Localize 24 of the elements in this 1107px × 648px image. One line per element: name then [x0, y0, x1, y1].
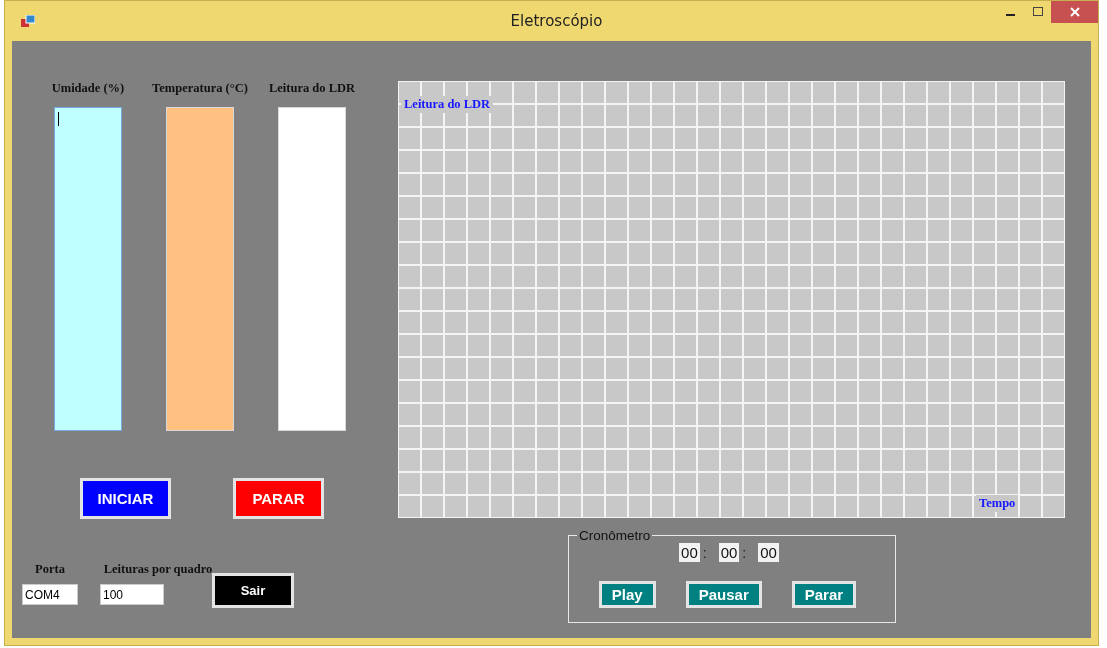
- time-separator: :: [702, 544, 707, 561]
- x-axis-label: Tempo: [976, 495, 1019, 512]
- close-icon[interactable]: [1051, 1, 1098, 23]
- port-field[interactable]: COM4: [22, 584, 78, 605]
- gauge-label: Umidade (%): [51, 81, 125, 97]
- app-icon: [21, 15, 35, 27]
- time-field[interactable]: 00: [679, 543, 700, 562]
- action-button[interactable]: INICIAR: [80, 478, 171, 519]
- readings-field[interactable]: 100: [100, 584, 164, 605]
- exit-button[interactable]: Sair: [212, 573, 294, 608]
- port-label: Porta: [35, 562, 65, 577]
- stopwatch-button[interactable]: Pausar: [685, 581, 762, 608]
- time-field[interactable]: 00: [718, 543, 740, 562]
- window-title: Eletroscópio: [510, 12, 604, 30]
- gauge-label: Temperatura (°C): [152, 81, 248, 97]
- stopwatch-button[interactable]: Play: [598, 581, 656, 608]
- action-button[interactable]: PARAR: [233, 478, 324, 519]
- y-axis-label: Leitura do LDR: [401, 96, 494, 113]
- time-field[interactable]: 00: [758, 543, 779, 562]
- stopwatch-button[interactable]: Parar: [791, 581, 857, 608]
- time-separator: :: [742, 544, 747, 561]
- stopwatch-title: Cronômetro: [578, 528, 652, 543]
- gauge-label: Leitura do LDR: [268, 81, 356, 97]
- readings-label: Leituras por quadro: [103, 562, 213, 577]
